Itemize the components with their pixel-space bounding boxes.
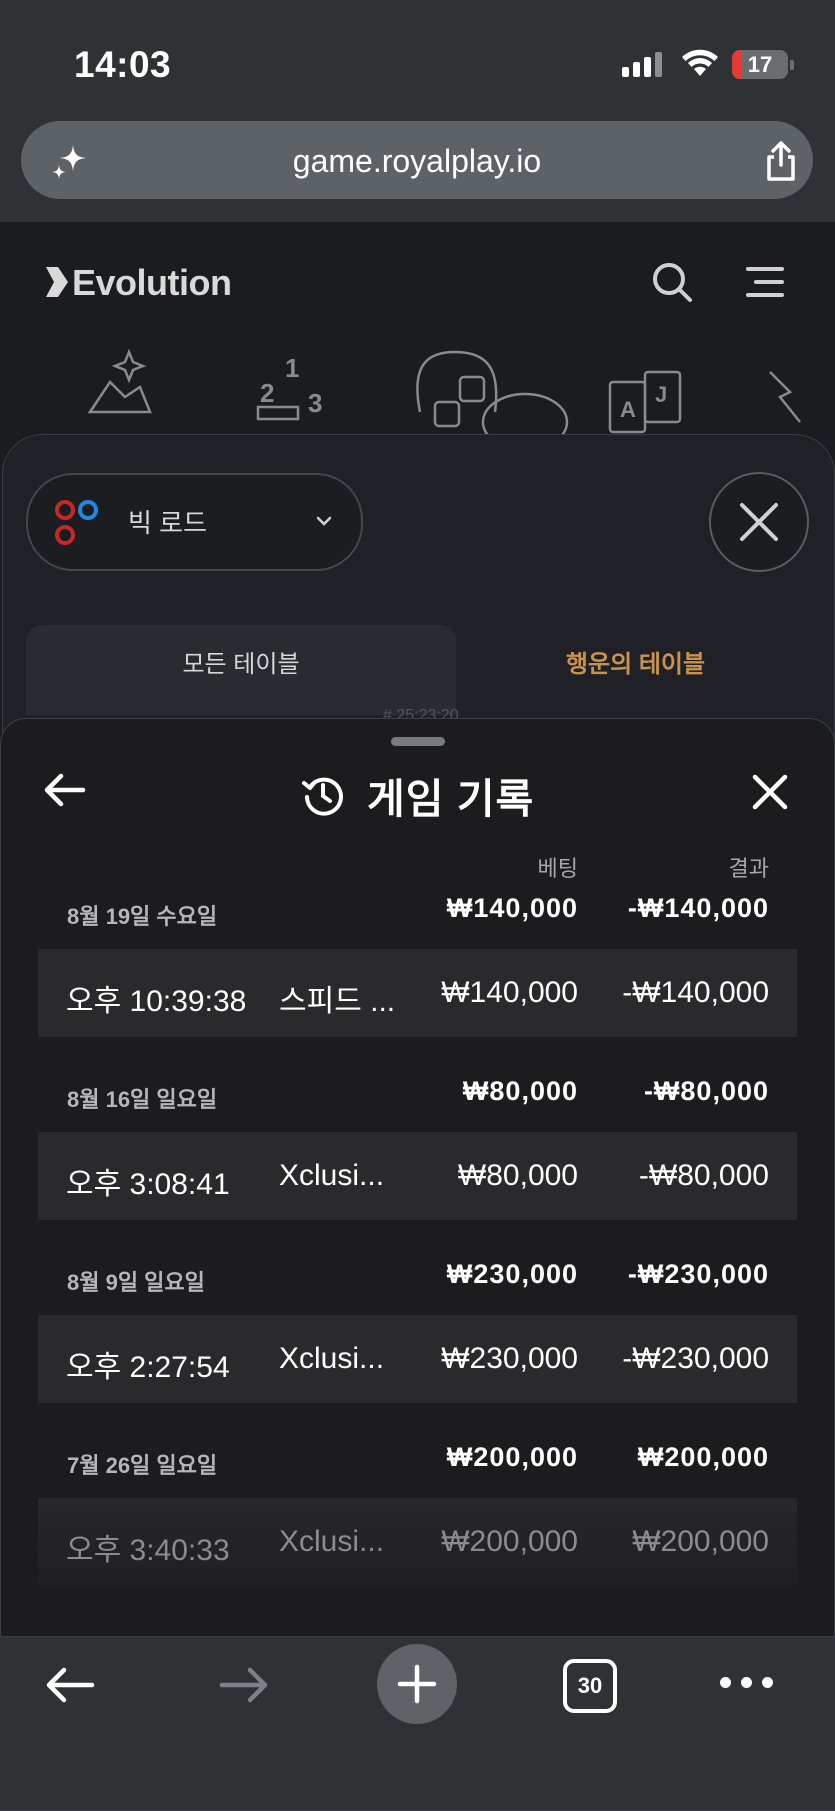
menu-icon[interactable] [745,266,785,298]
close-road-panel-button[interactable] [709,472,809,572]
row-game: Xclusi... [279,1159,385,1192]
row-result: -₩80,000 [638,1159,769,1192]
road-type-label: 빅 로드 [128,508,207,538]
plus-icon [397,1664,437,1704]
column-header-bet: 베팅 [537,856,578,881]
back-arrow-icon[interactable] [43,772,87,808]
group-date: 8월 19일 수요일 [67,904,218,929]
history-row[interactable]: 오후 10:39:38 스피드 ... ₩140,000 -₩140,000 [38,949,797,1037]
evolution-logo: Evolution [44,262,232,304]
history-title-text: 게임 기록 [367,776,535,822]
status-bar: 14:03 17 [0,0,835,110]
tab-lucky-tables[interactable]: 행운의 테이블 [458,625,813,715]
history-row[interactable]: 오후 3:08:41 Xclusi... ₩80,000 -₩80,000 [38,1132,797,1220]
browser-toolbar: 30 [0,1636,835,1810]
wifi-icon [682,49,718,76]
row-game: Xclusi... [279,1342,385,1375]
status-time: 14:03 [74,44,172,85]
row-time: 오후 3:40:33 [66,1534,230,1567]
new-tab-button[interactable] [377,1644,457,1724]
tab-switcher-button[interactable]: 30 [563,1659,617,1713]
svg-text:A: A [620,397,636,422]
group-result-total: -₩140,000 [627,893,769,923]
sheet-grabber[interactable] [391,737,445,746]
history-icon [302,777,343,816]
forward-icon[interactable] [218,1665,270,1705]
svg-text:3: 3 [308,388,322,418]
row-bet: ₩230,000 [441,1342,578,1375]
search-icon[interactable] [650,260,694,304]
group-result-total: -₩230,000 [627,1259,769,1289]
cellular-signal-icon [622,52,662,77]
row-bet: ₩80,000 [457,1159,578,1192]
battery-level: 17 [747,52,773,77]
group-result-total: ₩200,000 [637,1442,769,1472]
group-result-total: -₩80,000 [643,1076,769,1106]
share-icon[interactable] [761,139,801,183]
column-header-result: 결과 [728,856,769,881]
group-date: 8월 16일 일요일 [67,1087,218,1112]
history-title: 게임 기록 [301,765,534,825]
tab-all-tables[interactable]: 모든 테이블 [26,625,456,715]
svg-text:1: 1 [285,353,299,383]
row-result: ₩200,000 [632,1525,769,1558]
row-time: 오후 2:27:54 [66,1351,230,1384]
address-bar[interactable]: game.royalplay.io [21,121,813,199]
row-time: 오후 3:08:41 [66,1168,230,1201]
row-result: -₩230,000 [622,1342,769,1375]
group-date: 7월 26일 일요일 [67,1453,218,1478]
svg-text:J: J [655,382,667,407]
back-icon[interactable] [44,1665,96,1705]
svg-text:2: 2 [260,378,274,408]
table-tabs: 모든 테이블 행운의 테이블 [26,625,813,715]
row-game: 스피드 ... [279,985,396,1018]
close-icon[interactable] [751,773,789,811]
battery-indicator: 17 [732,50,788,79]
group-bet-total: ₩230,000 [446,1259,578,1289]
group-bet-total: ₩80,000 [462,1076,578,1106]
close-icon [740,503,778,541]
row-result: -₩140,000 [622,976,769,1009]
row-bet: ₩200,000 [441,1525,578,1558]
road-type-dropdown[interactable]: 빅 로드 [26,473,363,571]
row-bet: ₩140,000 [441,976,578,1009]
history-row[interactable]: 오후 3:40:33 Xclusi... ₩200,000 ₩200,000 [38,1498,797,1586]
more-options-icon[interactable] [720,1677,773,1688]
row-game: Xclusi... [279,1525,385,1558]
chevron-down-icon [316,516,332,526]
group-bet-total: ₩140,000 [446,893,578,923]
history-row[interactable]: 오후 2:27:54 Xclusi... ₩230,000 -₩230,000 [38,1315,797,1403]
big-road-icon [55,500,98,545]
group-bet-total: ₩200,000 [446,1442,578,1472]
row-time: 오후 10:39:38 [66,985,247,1018]
url-text: game.royalplay.io [292,143,542,179]
group-date: 8월 9일 일요일 [67,1270,205,1295]
tab-count: 30 [577,1673,603,1698]
